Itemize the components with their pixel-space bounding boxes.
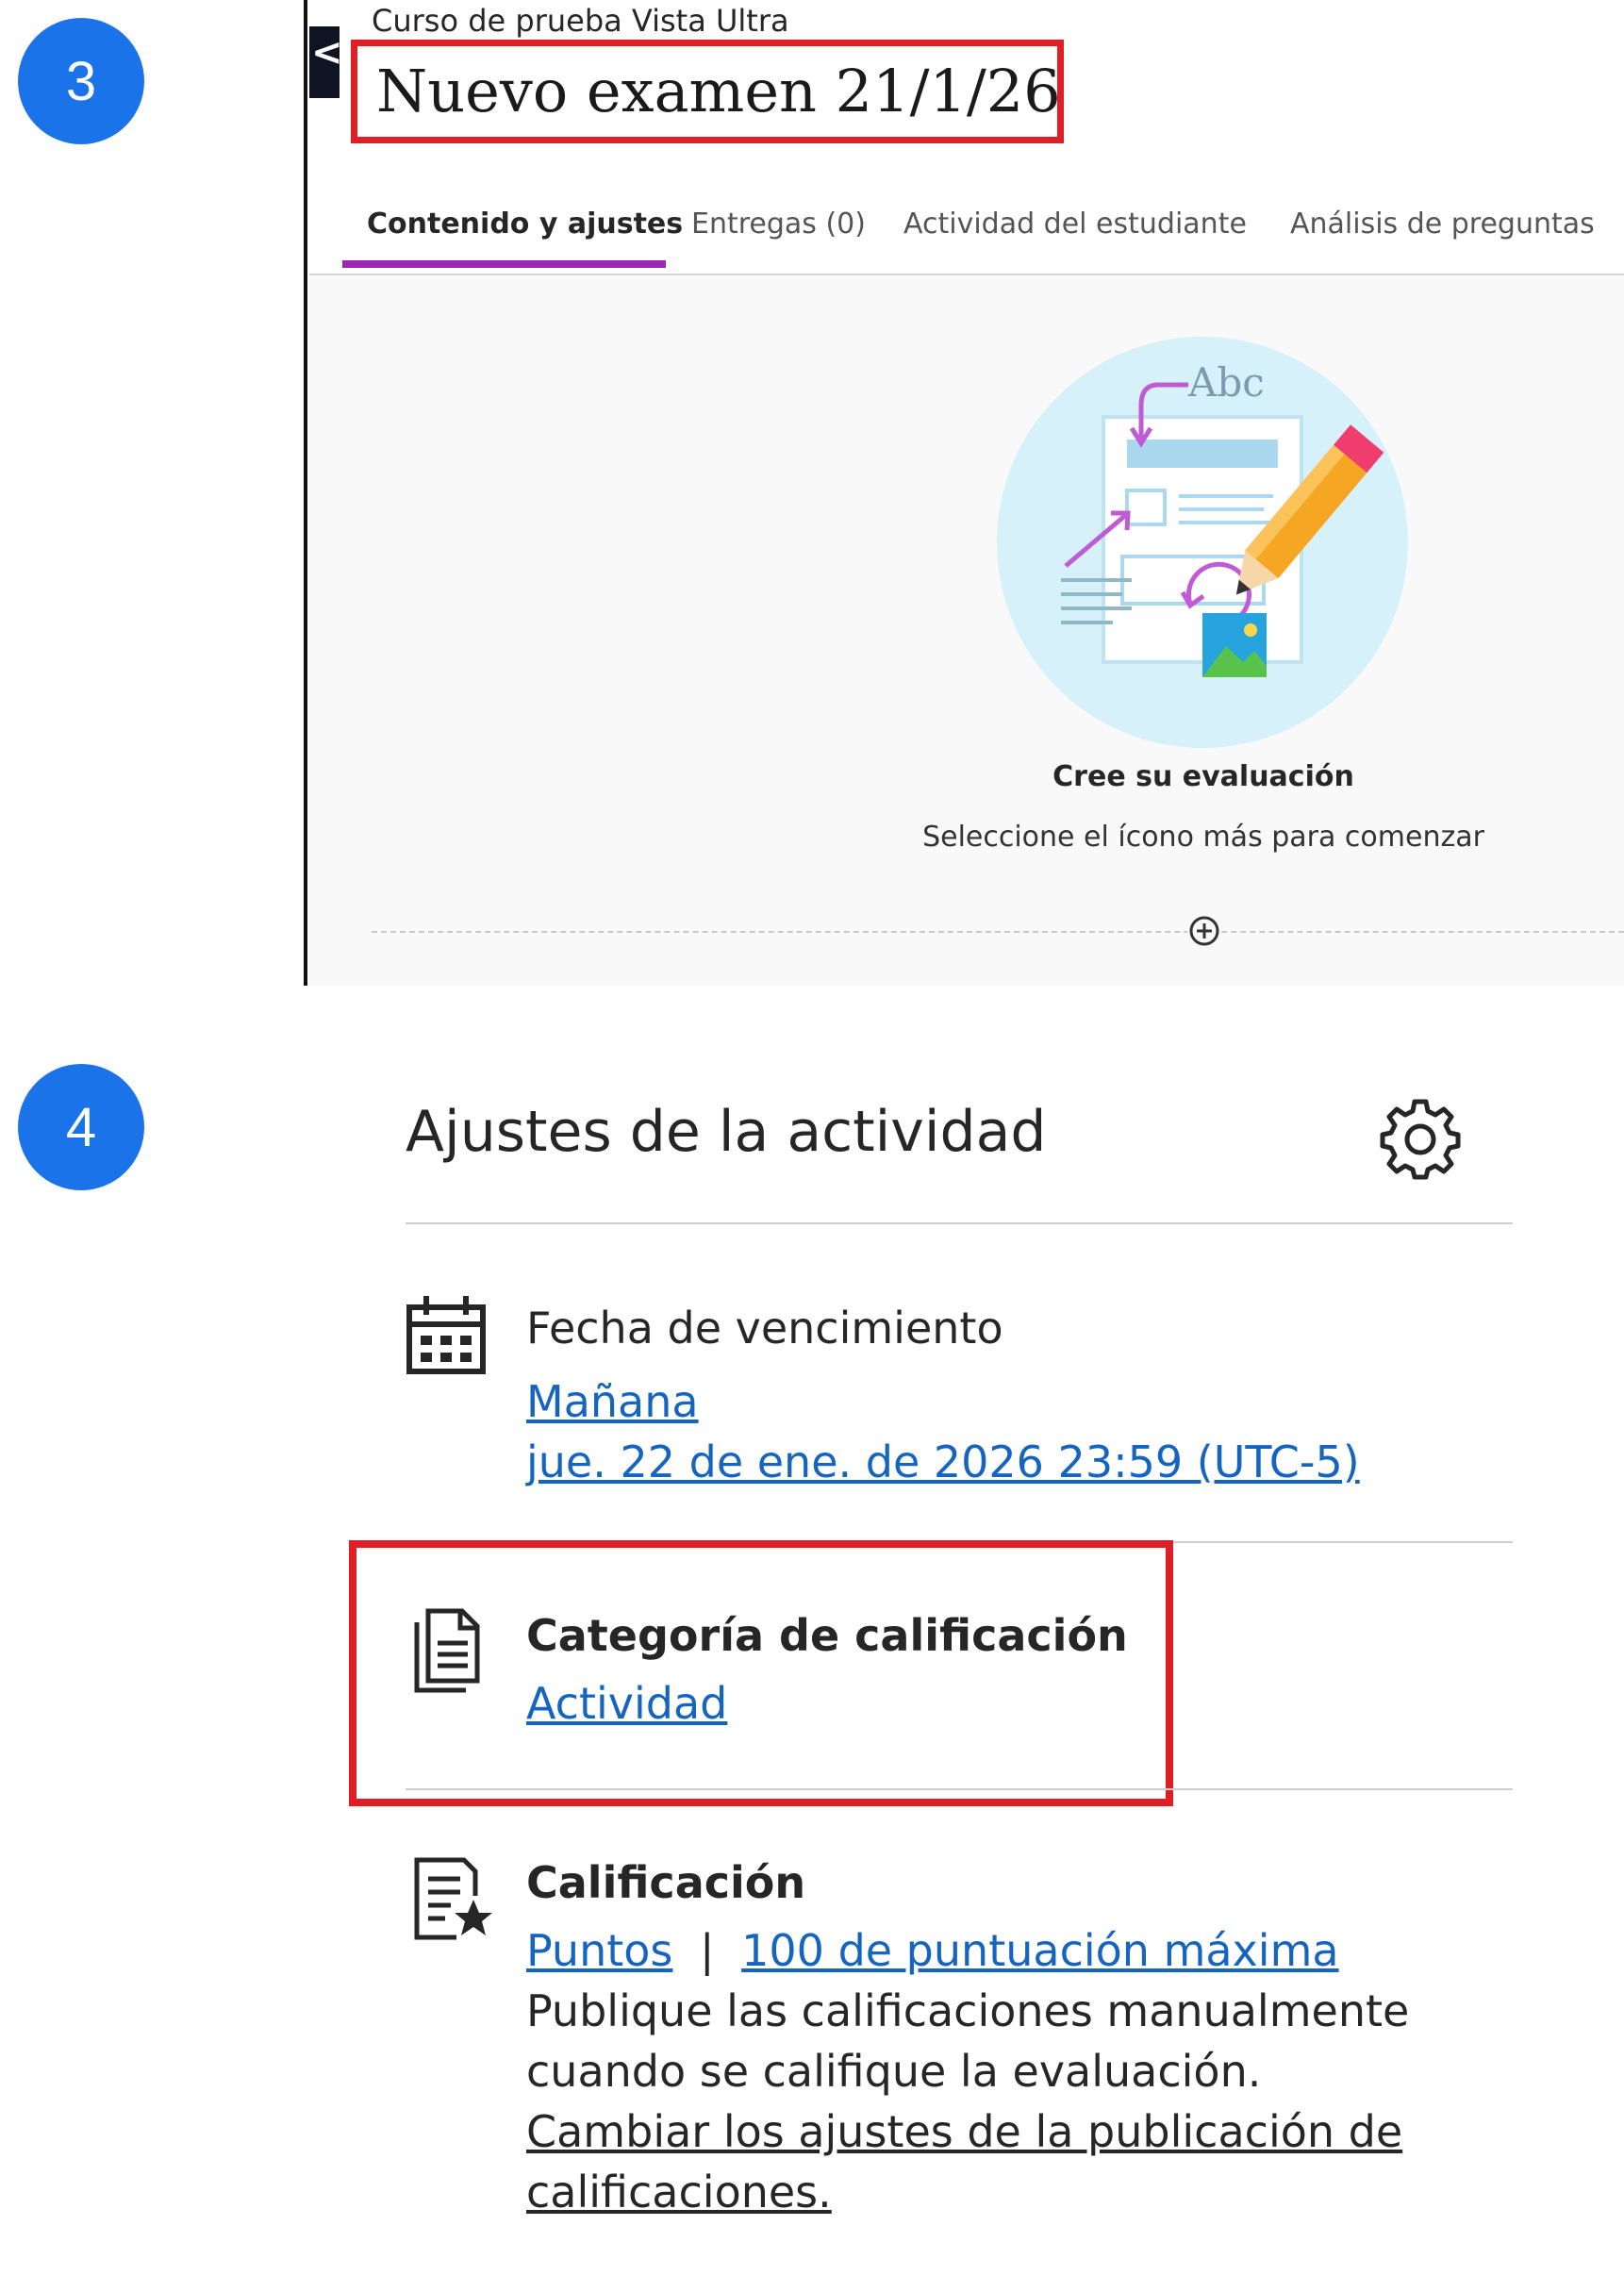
document-icon (414, 1608, 480, 1693)
tab-question-analysis[interactable]: Análisis de preguntas (1290, 208, 1595, 241)
chevron-left-icon: < (311, 31, 343, 75)
exam-page-panel: < Curso de prueba Vista Ultra Nuevo exam… (0, 0, 1624, 986)
collapse-panel-button[interactable]: < (309, 26, 343, 98)
due-date-absolute-link[interactable]: jue. 22 de ene. de 2026 23:59 (UTC-5) (526, 1434, 1360, 1490)
assessment-illustration: Abc (997, 337, 1408, 748)
step-4-badge: 4 (18, 1064, 144, 1190)
grade-category-separator (406, 1788, 1513, 1790)
grading-description-line1: Publique las calificaciones manualmente (526, 1985, 1410, 2036)
change-publication-link-line1[interactable]: Cambiar los ajustes de la publicación de (526, 2101, 1402, 2162)
gear-icon (1380, 1099, 1461, 1180)
empty-state-title: Cree su evaluación (1052, 760, 1354, 793)
grading-links-row: Puntos | 100 de puntuación máxima (526, 1920, 1339, 1981)
max-score-link[interactable]: 100 de puntuación máxima (741, 1925, 1338, 1976)
grade-category-link[interactable]: Actividad (526, 1675, 727, 1732)
exam-title[interactable]: Nuevo examen 21/1/26 (351, 40, 1064, 143)
tab-submissions[interactable]: Entregas (0) (691, 208, 866, 241)
plus-circle-icon (1189, 916, 1219, 946)
add-content-button[interactable] (1187, 914, 1221, 948)
tab-student-activity[interactable]: Actividad del estudiante (903, 208, 1247, 241)
tab-bar: Contenido y ajustes Entregas (0) Activid… (309, 175, 1624, 275)
title-separator (406, 1222, 1513, 1224)
settings-title: Ajustes de la actividad (406, 1099, 1047, 1165)
tab-content-settings[interactable]: Contenido y ajustes (367, 208, 683, 241)
links-separator: | (700, 1925, 715, 1976)
active-tab-indicator (342, 260, 666, 268)
empty-state-subtitle: Seleccione el ícono más para comenzar (922, 821, 1484, 854)
add-content-divider (372, 931, 1624, 933)
due-date-label: Fecha de vencimiento (526, 1303, 1003, 1353)
grading-description-line2: cuando se califique la evaluación. (526, 2046, 1262, 2097)
due-date-relative-link[interactable]: Mañana (526, 1373, 699, 1430)
grading-label: Calificación (526, 1857, 806, 1908)
exam-title-text: Nuevo examen 21/1/26 (376, 57, 1061, 125)
grading-star-icon (414, 1857, 492, 1940)
grade-category-label: Categoría de calificación (526, 1610, 1128, 1661)
settings-button[interactable] (1377, 1094, 1464, 1181)
content-area (309, 275, 1624, 986)
calendar-icon (406, 1296, 486, 1374)
illustration-abc-text: Abc (1187, 359, 1265, 406)
course-name: Curso de prueba Vista Ultra (372, 3, 789, 39)
points-link[interactable]: Puntos (526, 1925, 672, 1976)
change-publication-link-line2[interactable]: calificaciones. (526, 2162, 832, 2222)
